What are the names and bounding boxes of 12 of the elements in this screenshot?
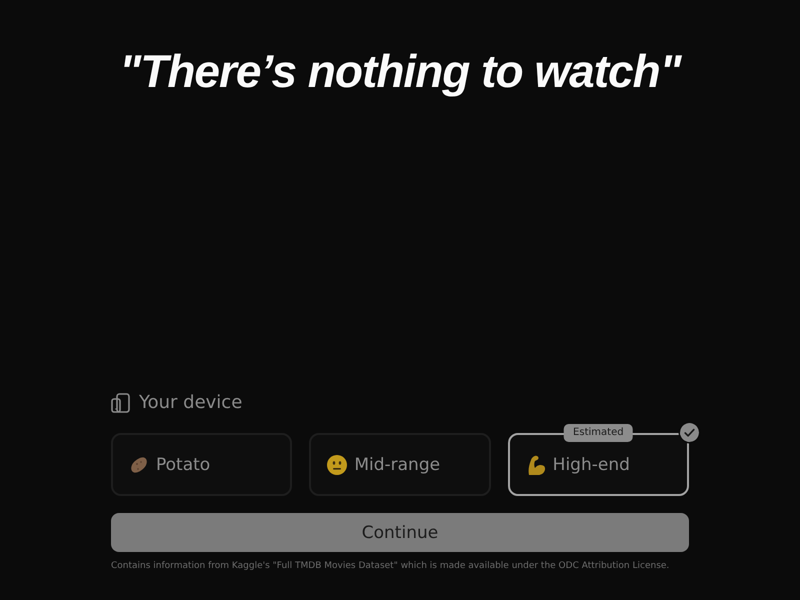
flexed-arm-icon	[526, 454, 546, 474]
section-label: Your device	[139, 392, 242, 414]
device-option[interactable]: Mid-range	[309, 433, 491, 496]
device-icon	[111, 393, 130, 413]
attribution-text: Contains information from Kaggle's "Full TMDB Movies Dataset" which is made available under the ODC Attribution License.	[111, 560, 670, 572]
estimated-badge: Estimated	[564, 424, 633, 442]
device-option[interactable]: Potato	[111, 433, 292, 496]
neutral-face-icon	[327, 454, 348, 474]
continue-button[interactable]: Continue	[111, 513, 689, 552]
potato-icon	[129, 454, 149, 474]
check-icon	[680, 423, 699, 442]
headline: "There’s nothing to watch"	[119, 44, 681, 98]
